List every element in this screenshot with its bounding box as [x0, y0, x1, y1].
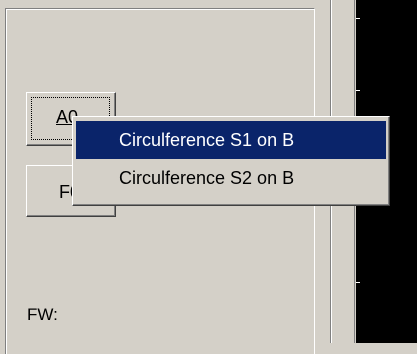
menu-item-circumference-s1[interactable]: Circulference S1 on B: [76, 121, 386, 159]
fw-label: FW:: [27, 305, 58, 324]
menu-item-circumference-s2[interactable]: Circulference S2 on B: [76, 159, 386, 197]
axis-tick: [356, 90, 360, 91]
axis-tick: [356, 18, 360, 19]
axis-tick: [356, 282, 360, 283]
context-menu: Circulference S1 on B Circulference S2 o…: [72, 116, 390, 206]
